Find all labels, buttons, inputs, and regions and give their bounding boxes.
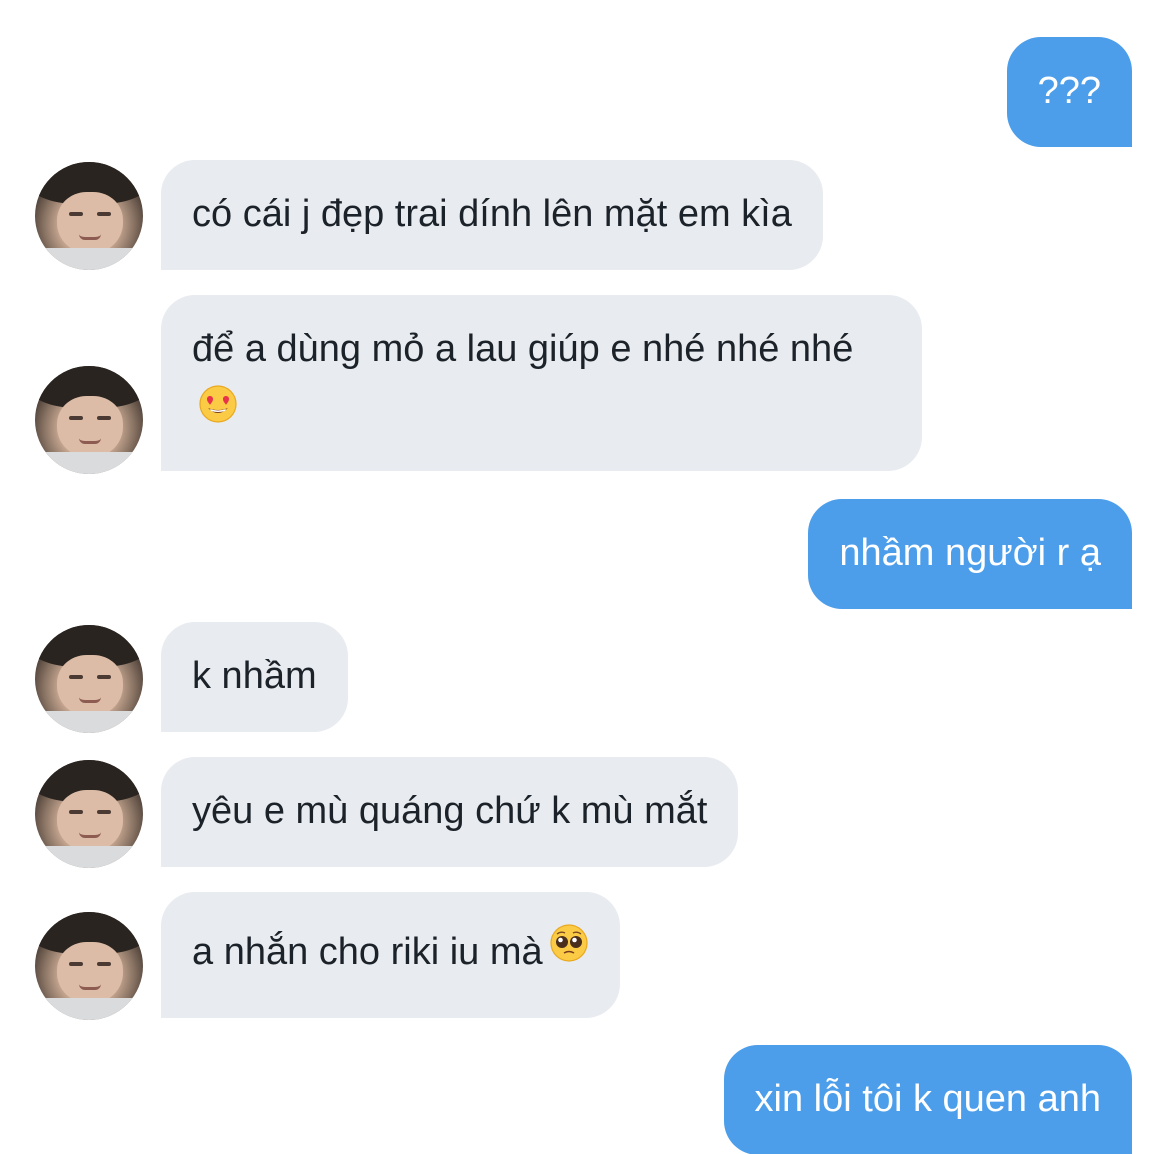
message-text: nhầm người r ạ — [839, 532, 1101, 574]
incoming-message-bubble[interactable]: k nhầm — [161, 622, 348, 732]
message-text: yêu e mù quáng chứ k mù mắt — [192, 790, 708, 832]
outgoing-message-bubble[interactable]: ??? — [1006, 37, 1132, 147]
message-text: a nhắn cho riki iu mà — [192, 931, 543, 973]
avatar[interactable] — [35, 625, 143, 733]
incoming-message-bubble[interactable]: có cái j đẹp trai dính lên mặt em kìa — [161, 160, 823, 270]
incoming-message-bubble[interactable]: a nhắn cho riki iu mà — [161, 892, 620, 1018]
pleading-face-emoji-icon — [549, 919, 589, 983]
message-text: k nhầm — [192, 655, 317, 697]
message-text: xin lỗi tôi k quen anh — [754, 1078, 1101, 1120]
outgoing-message-bubble[interactable]: nhầm người r ạ — [808, 499, 1132, 609]
avatar[interactable] — [35, 912, 143, 1020]
message-text: ??? — [1037, 70, 1101, 112]
outgoing-message-bubble[interactable]: xin lỗi tôi k quen anh — [723, 1045, 1132, 1154]
message-text: có cái j đẹp trai dính lên mặt em kìa — [192, 193, 792, 235]
avatar[interactable] — [35, 366, 143, 474]
smiling-face-with-heart-eyes-emoji-icon — [198, 380, 238, 444]
avatar[interactable] — [35, 760, 143, 868]
chat-thread: ??? có cái j đẹp trai dính lên mặt em kì… — [0, 0, 1169, 1154]
incoming-message-bubble[interactable]: để a dùng mỏ a lau giúp e nhé nhé nhé — [161, 295, 922, 471]
incoming-message-bubble[interactable]: yêu e mù quáng chứ k mù mắt — [161, 757, 739, 867]
avatar[interactable] — [35, 162, 143, 270]
message-text: để a dùng mỏ a lau giúp e nhé nhé nhé — [192, 328, 854, 370]
